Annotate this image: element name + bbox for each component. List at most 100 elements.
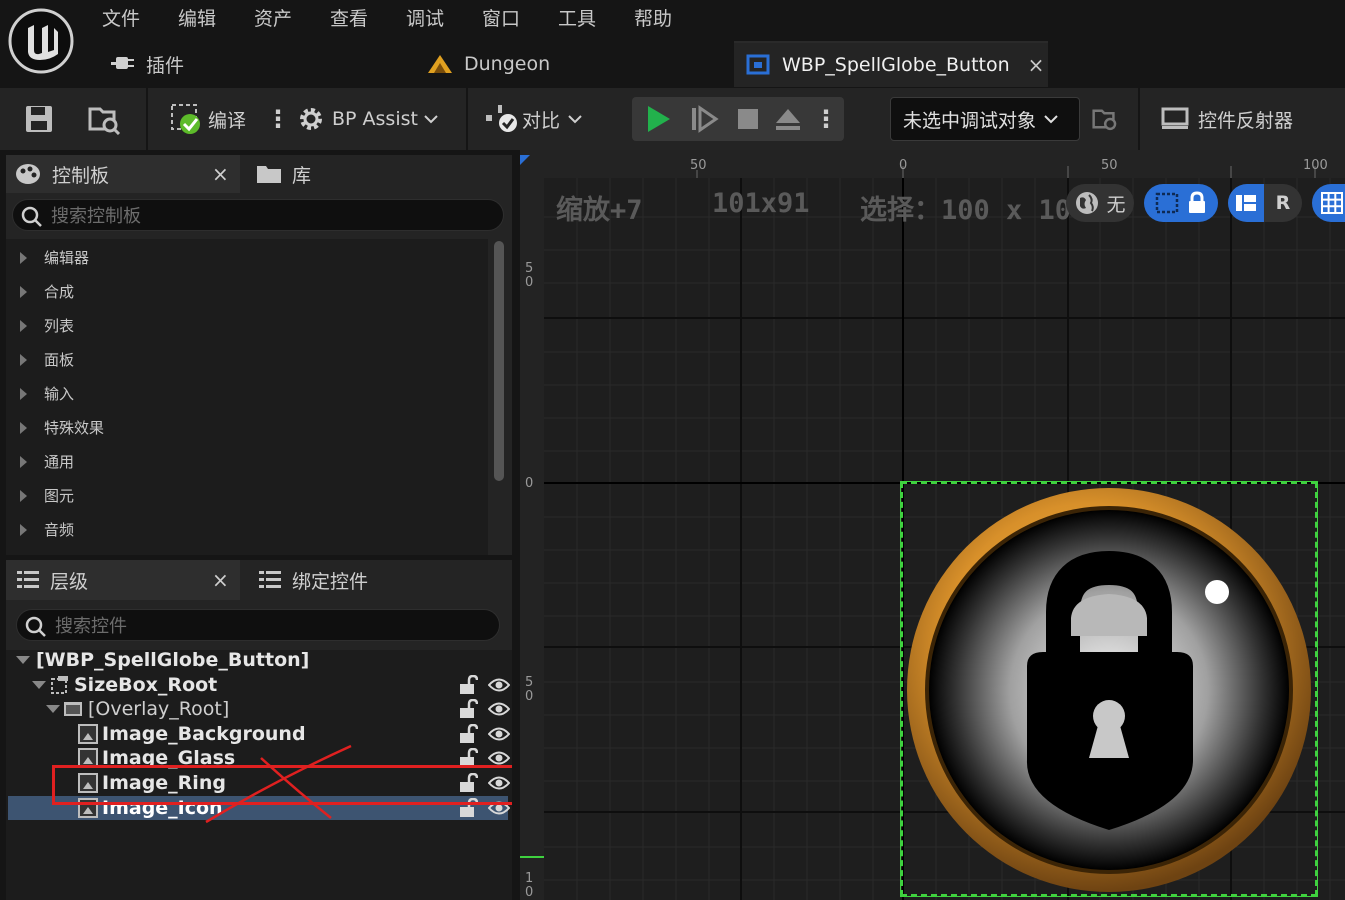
step-icon xyxy=(692,105,719,133)
expand-arrow-icon xyxy=(20,319,27,332)
category-label: 特殊效果 xyxy=(44,419,105,437)
tab-bind-widgets[interactable]: 绑定控件 xyxy=(258,560,368,600)
expand-arrow-icon xyxy=(20,251,27,264)
tree-row-sizebox[interactable]: SizeBox_Root xyxy=(30,673,217,697)
menu-tools[interactable]: 工具 xyxy=(558,4,596,31)
diff-icon xyxy=(486,105,517,132)
category-input[interactable]: 输入 xyxy=(20,383,74,404)
outline-lock-toggle[interactable] xyxy=(1144,184,1218,222)
tab-palette[interactable]: 控制板 xyxy=(14,155,109,193)
category-primitive[interactable]: 图元 xyxy=(20,485,74,506)
palette-scrollbar[interactable] xyxy=(494,241,504,481)
category-label: 编辑器 xyxy=(44,249,90,267)
category-composite[interactable]: 合成 xyxy=(20,281,74,302)
ruler-label: 5 0 xyxy=(525,261,534,290)
unlock-icon[interactable] xyxy=(458,699,478,719)
menu-debug[interactable]: 调试 xyxy=(406,4,444,31)
expand-arrow-icon xyxy=(20,353,27,366)
category-editor[interactable]: 编辑器 xyxy=(20,247,89,268)
tree-row-label: [Overlay_Root] xyxy=(88,698,230,720)
tab-close-button[interactable]: × xyxy=(1028,53,1045,77)
step-button[interactable] xyxy=(684,101,724,137)
widget-reflector-button[interactable]: 控件反射器 xyxy=(1160,88,1293,150)
tree-row-root[interactable]: [WBP_SpellGlobe_Button] xyxy=(14,648,309,672)
expand-arrow-icon xyxy=(20,421,27,434)
debug-object-dropdown[interactable]: 未选中调试对象 xyxy=(890,97,1080,141)
play-button[interactable] xyxy=(638,101,678,137)
find-debug-object-button[interactable] xyxy=(1092,88,1120,150)
tab-widget-blueprint[interactable]: WBP_SpellGlobe_Button × xyxy=(734,41,1048,87)
tab-hierarchy[interactable]: 层级 xyxy=(16,560,88,600)
palette-search-input[interactable]: 搜索控制板 xyxy=(12,199,504,231)
bp-assist-button[interactable]: BP Assist xyxy=(296,88,438,150)
unlock-icon[interactable] xyxy=(458,724,478,744)
grid-icon xyxy=(1321,192,1343,214)
tab-library[interactable]: 库 xyxy=(256,155,311,193)
browse-button[interactable] xyxy=(88,88,122,150)
tab-palette-label: 控制板 xyxy=(52,164,110,187)
eye-icon[interactable] xyxy=(488,726,510,742)
plug-icon xyxy=(111,57,134,69)
title-bar: 文件 编辑 资产 查看 调试 窗口 工具 帮助 插件 Dungeon WBP_S… xyxy=(0,0,1345,88)
tab-plugins[interactable]: 插件 xyxy=(108,41,184,87)
red-cross-mark xyxy=(205,744,352,824)
category-label: 列表 xyxy=(44,317,75,335)
ruler-label: 0 xyxy=(899,158,908,173)
palette-panel: 控制板 × 库 搜索控制板 编辑器 合成 列表 面板 输入 特殊效果 通用 图元… xyxy=(6,155,512,555)
menu-edit[interactable]: 编辑 xyxy=(178,4,216,31)
hierarchy-panel: 层级 × 绑定控件 搜索控件 [WBP_SpellGlobe_Button] S… xyxy=(6,560,536,900)
eye-icon[interactable] xyxy=(488,750,510,766)
designer-canvas[interactable]: 50 0 50 100 5 0 0 5 0 1 0 缩放+7 101x91 选择… xyxy=(520,150,1345,900)
collapse-arrow-icon xyxy=(16,656,30,664)
canvas-size-text: 101x91 xyxy=(712,188,810,219)
selection-size-text: 选择：100 x 100 xyxy=(860,195,1088,226)
menu-window[interactable]: 窗口 xyxy=(482,4,520,31)
category-special-effects[interactable]: 特殊效果 xyxy=(20,417,104,438)
menu-view[interactable]: 查看 xyxy=(330,4,368,31)
layout-icon-bg xyxy=(1228,184,1264,222)
respect-locks-toggle[interactable]: R xyxy=(1228,184,1302,222)
panel-splitter[interactable] xyxy=(512,150,520,900)
ruler-vertical: 5 0 0 5 0 1 0 xyxy=(520,178,544,900)
monitor-icon xyxy=(1161,107,1189,129)
category-list[interactable]: 列表 xyxy=(20,315,74,336)
category-label: 输入 xyxy=(44,385,75,403)
save-button[interactable] xyxy=(24,88,54,150)
eject-icon xyxy=(776,109,800,130)
category-panel[interactable]: 面板 xyxy=(20,349,74,370)
grid-snap-toggle[interactable] xyxy=(1312,184,1345,222)
overlay-icon xyxy=(64,702,82,716)
menu-asset[interactable]: 资产 xyxy=(254,4,292,31)
localization-preview-button[interactable]: 无 xyxy=(1066,184,1134,222)
palette-icon xyxy=(16,164,40,184)
expand-arrow-icon xyxy=(20,489,27,502)
hierarchy-icon xyxy=(17,571,39,588)
menu-file[interactable]: 文件 xyxy=(102,4,140,31)
localization-preview-label: 无 xyxy=(1106,193,1126,216)
category-common[interactable]: 通用 xyxy=(20,451,74,472)
hierarchy-search-input[interactable]: 搜索控件 xyxy=(16,609,500,641)
eye-icon[interactable] xyxy=(488,701,510,717)
expand-arrow-icon xyxy=(20,523,27,536)
tree-row-overlay[interactable]: [Overlay_Root] xyxy=(44,697,229,721)
unreal-logo-icon[interactable] xyxy=(8,8,74,74)
stop-button[interactable] xyxy=(728,101,768,137)
chevron-down-icon xyxy=(424,115,438,124)
tab-level[interactable]: Dungeon xyxy=(426,41,550,87)
menu-help[interactable]: 帮助 xyxy=(634,4,672,31)
eye-icon[interactable] xyxy=(488,677,510,693)
hierarchy-close-button[interactable]: × xyxy=(212,560,229,600)
compile-options-button[interactable]: ⋮ xyxy=(266,88,290,150)
palette-close-button[interactable]: × xyxy=(212,155,229,193)
play-options-button[interactable]: ⋮ xyxy=(814,97,838,141)
image-icon xyxy=(78,724,98,744)
unlock-icon[interactable] xyxy=(458,675,478,695)
eject-button[interactable] xyxy=(768,101,808,137)
toolbar-separator xyxy=(1138,88,1140,150)
diff-button[interactable]: 对比 xyxy=(484,88,582,150)
spell-globe-lock-preview[interactable] xyxy=(903,484,1315,894)
chevron-down-icon xyxy=(1044,115,1058,124)
category-audio[interactable]: 音频 xyxy=(20,519,74,540)
compile-button[interactable]: 编译 xyxy=(170,88,246,150)
tree-row-label: SizeBox_Root xyxy=(74,674,218,696)
